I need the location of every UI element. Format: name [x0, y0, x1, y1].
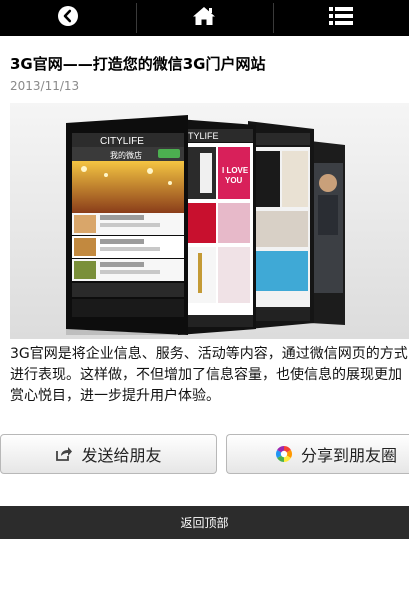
top-navigation-bar — [0, 0, 409, 36]
share-to-moments-button[interactable]: 分享到朋友圈 — [226, 434, 409, 474]
circle-chevron-left-icon — [57, 5, 79, 31]
share-arrow-icon — [55, 446, 73, 462]
banner-text: I LOVE — [222, 166, 249, 175]
nav-divider — [272, 3, 274, 33]
list-menu-icon — [328, 6, 354, 30]
screen-title-text: 我的微店 — [110, 150, 142, 160]
home-icon — [192, 6, 216, 30]
nav-divider — [136, 3, 138, 33]
share-to-moments-label: 分享到朋友圈 — [301, 446, 398, 465]
article-body: 3G官网是将企业信息、服务、活动等内容，通过微信网页的方式进行表现。这样做，不但… — [10, 346, 408, 404]
footer-bar: 返回顶部 — [0, 506, 409, 539]
send-to-friend-label: 发送给朋友 — [81, 446, 162, 465]
banner-text-2: YOU — [225, 176, 243, 185]
home-button[interactable] — [136, 0, 272, 36]
hero-image: TYLIFE I LOVE YOU CITYLIFE 我的微店 — [10, 103, 409, 339]
app-name-text: TYLIFE — [188, 131, 219, 141]
moments-color-wheel-icon — [275, 445, 293, 463]
send-to-friend-button[interactable]: 发送给朋友 — [0, 434, 217, 474]
back-to-top-link[interactable]: 返回顶部 — [180, 514, 228, 531]
article-title: 3G官网——打造您的微信3G门户网站 — [10, 55, 266, 73]
article-date: 2013/11/13 — [10, 79, 80, 93]
app-name-text: CITYLIFE — [100, 136, 144, 147]
phones-illustration: TYLIFE I LOVE YOU CITYLIFE 我的微店 — [10, 103, 409, 339]
back-button[interactable] — [0, 0, 136, 36]
menu-button[interactable] — [272, 0, 409, 36]
